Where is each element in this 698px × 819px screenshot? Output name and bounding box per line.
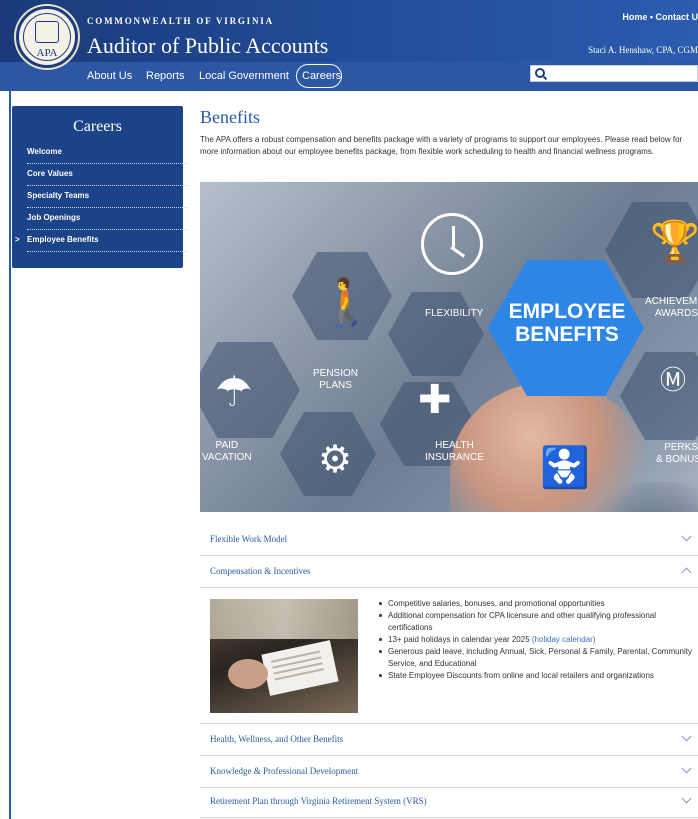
sidebar-item-employee-benefits[interactable]: > Employee Benefits [15,230,187,252]
utility-links[interactable]: Home • Contact U [622,12,698,22]
careers-sidebar: Careers Welcome Core Values Specialty Te… [12,106,187,268]
seal-text: APA [36,47,58,59]
auditor-name: Staci A. Henshaw, CPA, CGM [588,45,698,55]
perks-label-line2: & BONUS [656,454,698,465]
nav-about-us[interactable]: About Us [87,70,132,82]
sidebar-item-label: Job Openings [27,213,81,222]
site-header: APA COMMONWEALTH OF VIRGINIA Auditor of … [0,0,698,91]
page-edge-rule [9,0,11,819]
nav-careers[interactable]: Careers [302,70,341,82]
active-caret-icon: > [15,235,20,244]
search-input[interactable] [549,67,695,80]
employee-benefits-line2: BENEFITS [515,323,619,346]
sidebar-item-welcome[interactable]: Welcome [27,142,187,164]
nav-reports[interactable]: Reports [146,70,185,82]
photo-paper [261,640,339,696]
vacation-label-line1: PAID [215,440,239,451]
paid-vacation-label: PAID VACATION [202,440,252,464]
nav-local-government[interactable]: Local Government [199,70,289,82]
employee-benefits-heading: EMPLOYEE BENEFITS [507,300,627,346]
chevron-down-icon [682,795,692,805]
accordion-health-wellness[interactable]: Health, Wellness, and Other Benefits [200,725,698,756]
health-label-line1: HEALTH [435,440,474,451]
pension-person-icon: 🚶 [318,276,376,328]
pension-plans-label: PENSION PLANS [313,368,358,392]
vacation-label-line2: VACATION [202,452,252,463]
site-title[interactable]: Auditor of Public Accounts [87,33,328,59]
accordion-title: Retirement Plan through Virginia Retirem… [210,796,427,806]
apa-seal-logo[interactable]: APA [16,6,78,68]
gears-head-icon: ⚙ [318,439,353,481]
holidays-text: 13+ paid holidays in calendar year 2025 [388,635,532,644]
health-label-line2: INSURANCE [425,452,484,463]
accordion-retirement-plan-vrs[interactable]: Retirement Plan through Virginia Retirem… [200,787,698,818]
search-icon[interactable] [535,68,545,78]
accordion-compensation-incentives[interactable]: Compensation & Incentives [200,557,698,588]
sidebar-item-specialty-teams[interactable]: Specialty Teams [27,186,187,208]
list-item: 13+ paid holidays in calendar year 2025 … [378,634,693,646]
accordion-title: Health, Wellness, and Other Benefits [210,734,344,744]
accordion-knowledge-development[interactable]: Knowledge & Professional Development [200,757,698,788]
flexibility-label: FLEXIBILITY [425,308,484,319]
perks-label-line1: PERKS [664,442,698,453]
employee-benefits-line1: EMPLOYEE [508,300,626,323]
signing-document-photo [210,599,358,713]
health-plus-icon: ✚ [418,378,452,422]
sidebar-item-job-openings[interactable]: Job Openings [27,208,187,230]
list-item: State Employee Discounts from online and… [378,670,693,682]
perks-bonus-label: PERKS & BONUS [656,442,698,466]
health-insurance-label: HEALTH INSURANCE [425,440,484,464]
photo-hand [228,659,268,689]
trophy-icon: 🏆 [650,220,698,264]
sidebar-item-core-values[interactable]: Core Values [27,164,187,186]
sidebar-item-label: Employee Benefits [27,235,99,244]
sidebar-item-label: Welcome [27,147,62,156]
achievement-awards-label: ACHIEVEME AWARDS [645,296,698,320]
pension-label-line1: PENSION [313,368,359,379]
awards-label-line2: AWARDS [654,308,698,319]
page-title: Benefits [200,107,260,127]
list-item: Additional compensation for CPA licensur… [378,610,693,634]
photo-window [210,599,358,639]
chevron-down-icon [682,733,692,743]
accordion-title: Flexible Work Model [210,534,288,544]
chevron-down-icon [682,533,692,543]
clock-icon [421,213,483,275]
compensation-panel: Competitive salaries, bonuses, and promo… [200,588,698,724]
baby-stroller-icon: 🚼 [540,446,590,490]
accordion-flexible-work-model[interactable]: Flexible Work Model [200,525,698,556]
chevron-down-icon [682,765,692,775]
list-item: Generous paid leave, including Annual, S… [378,646,693,670]
accordion-title: Compensation & Incentives [210,566,311,576]
list-item: Competitive salaries, bonuses, and promo… [378,598,693,610]
umbrella-icon: ☂ [215,368,253,415]
chevron-up-icon [682,565,692,575]
awards-label-line1: ACHIEVEME [645,296,698,307]
pension-label-line2: PLANS [319,380,352,391]
seal-emblem-icon [35,21,59,43]
sidebar-title: Careers [73,118,122,135]
sidebar-item-label: Specialty Teams [27,191,90,200]
sidebar-item-label: Core Values [27,169,73,178]
search-box[interactable] [530,65,698,82]
commonwealth-label: COMMONWEALTH OF VIRGINIA [87,16,274,26]
intro-paragraph: The APA offers a robust compensation and… [200,135,683,156]
compensation-list: Competitive salaries, bonuses, and promo… [378,598,693,682]
dollar-coin-icon: Ⓜ [660,365,687,395]
accordion-title: Knowledge & Professional Development [210,766,359,776]
hero-hex-flexibility [388,292,484,376]
holiday-calendar-link[interactable]: (holiday calendar) [532,635,596,644]
